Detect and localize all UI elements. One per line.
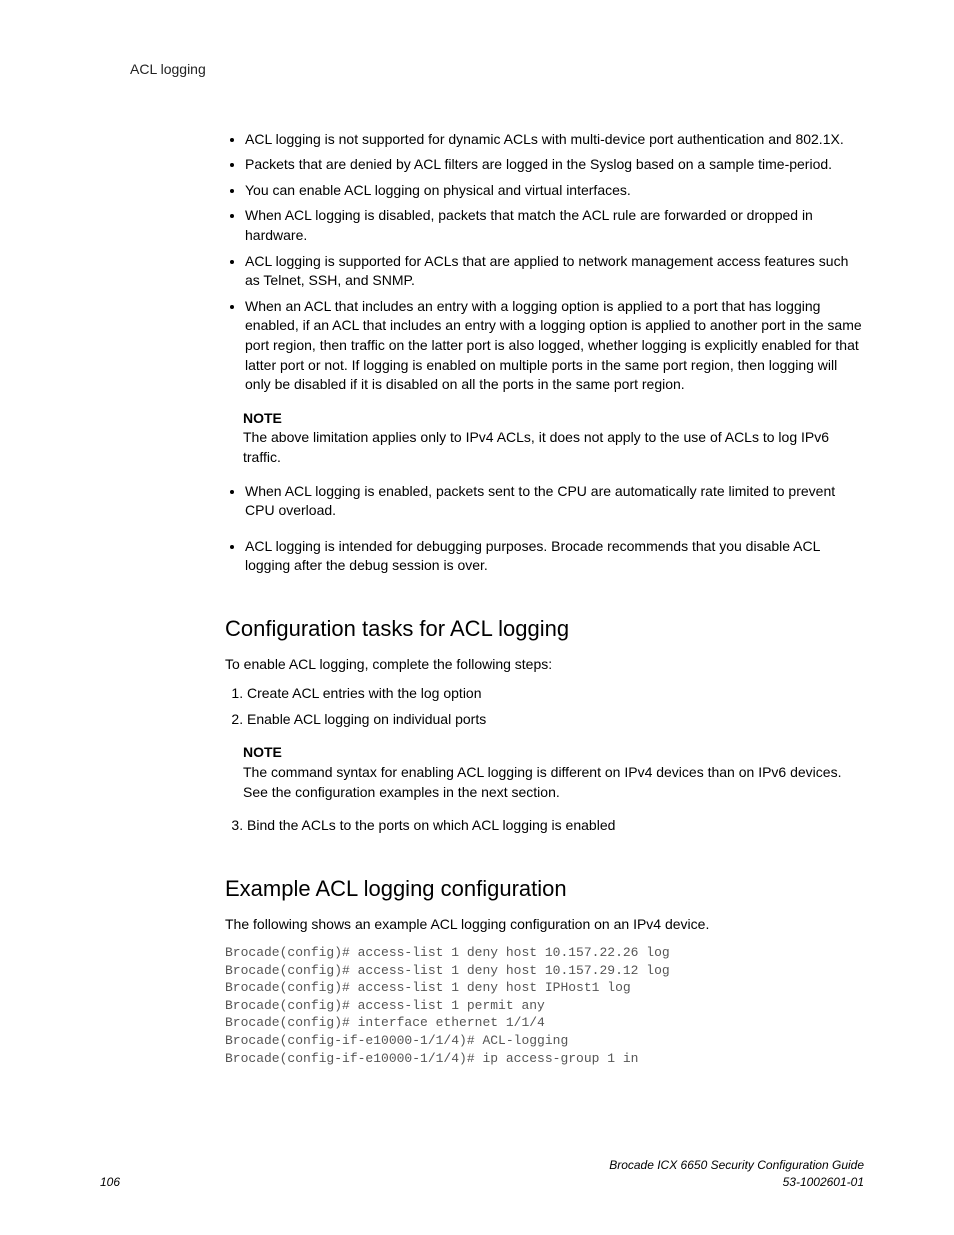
bullet-item: When an ACL that includes an entry with … — [245, 297, 864, 395]
note-label: NOTE — [243, 743, 864, 763]
note-block-1: NOTE The above limitation applies only t… — [243, 409, 864, 468]
page-footer: 106 Brocade ICX 6650 Security Configurat… — [100, 1157, 864, 1191]
bullet-item: ACL logging is not supported for dynamic… — [245, 130, 864, 150]
bullet-item: When ACL logging is enabled, packets sen… — [245, 482, 864, 521]
code-block: Brocade(config)# access-list 1 deny host… — [225, 944, 864, 1067]
bullet-list-1: ACL logging is not supported for dynamic… — [225, 130, 864, 395]
footer-doc-id: 53-1002601-01 — [609, 1174, 864, 1191]
note-text: The above limitation applies only to IPv… — [243, 428, 864, 467]
bullet-item: When ACL logging is disabled, packets th… — [245, 206, 864, 245]
note-block-2: NOTE The command syntax for enabling ACL… — [243, 743, 864, 802]
bullet-list-2: When ACL logging is enabled, packets sen… — [225, 482, 864, 576]
note-text: The command syntax for enabling ACL logg… — [243, 763, 864, 802]
page-header-title: ACL logging — [100, 60, 864, 80]
steps-list-a: Create ACL entries with the log option E… — [225, 684, 864, 729]
section-heading-config-tasks: Configuration tasks for ACL logging — [225, 614, 864, 645]
step-item: Create ACL entries with the log option — [247, 684, 864, 704]
bullet-item: ACL logging is supported for ACLs that a… — [245, 252, 864, 291]
steps-list-b: Bind the ACLs to the ports on which ACL … — [225, 816, 864, 836]
section-intro: To enable ACL logging, complete the foll… — [225, 655, 864, 675]
section-intro: The following shows an example ACL loggi… — [225, 915, 864, 935]
page-number: 106 — [100, 1174, 120, 1191]
step-item: Bind the ACLs to the ports on which ACL … — [247, 816, 864, 836]
footer-doc-title: Brocade ICX 6650 Security Configuration … — [609, 1157, 864, 1174]
page-content: ACL logging is not supported for dynamic… — [225, 130, 864, 1067]
bullet-item: Packets that are denied by ACL filters a… — [245, 155, 864, 175]
note-label: NOTE — [243, 409, 864, 429]
step-item: Enable ACL logging on individual ports — [247, 710, 864, 730]
section-heading-example: Example ACL logging configuration — [225, 874, 864, 905]
bullet-item: ACL logging is intended for debugging pu… — [245, 537, 864, 576]
bullet-item: You can enable ACL logging on physical a… — [245, 181, 864, 201]
